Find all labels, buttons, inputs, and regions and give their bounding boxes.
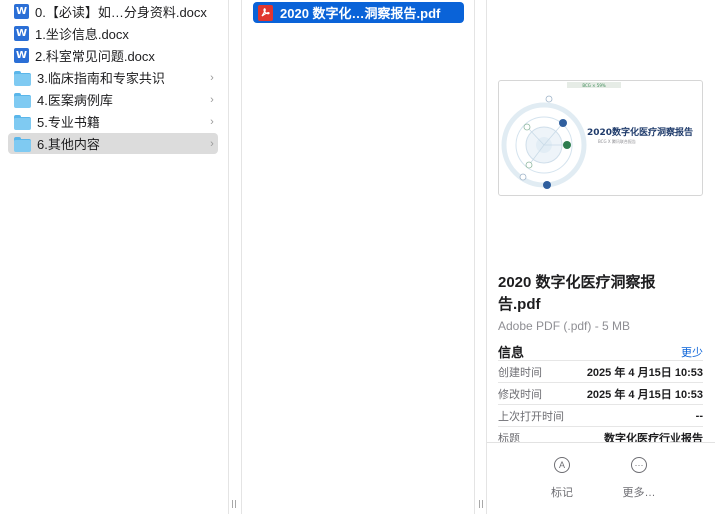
folder-row[interactable]: 4.医案病例库 › [8, 89, 218, 110]
file-row[interactable]: W 0.【必读】如…分身资料.docx [8, 1, 218, 22]
folder-row[interactable]: 6.其他内容 › [8, 133, 218, 154]
thumbnail-subtitle: BCG X 腾讯联合报告 [598, 138, 636, 144]
info-value: -- [695, 409, 703, 422]
thumbnail-header: BCG × 59% [582, 83, 606, 88]
folder-row[interactable]: 5.专业书籍 › [8, 111, 218, 132]
info-row: 修改时间 2025 年 4 月15日 10:53 [498, 382, 703, 404]
pdf-icon [258, 4, 273, 21]
folder-icon [14, 114, 31, 130]
folder-icon [14, 70, 31, 86]
info-list: 创建时间 2025 年 4 月15日 10:53 修改时间 2025 年 4 月15日… [487, 360, 715, 442]
document-thumbnail[interactable]: BCG × 59% 2020数字化医疗洞察报告 BCG X 腾讯联合报告 [498, 80, 703, 196]
more-icon: ··· [631, 457, 647, 473]
more-button[interactable]: ··· 更多… [614, 457, 664, 500]
preview-file-type: Adobe PDF (.pdf) - 5 MB [498, 319, 631, 333]
preview-file-name: 2020 数字化医疗洞察报告.pdf [498, 274, 656, 313]
thumbnail-title: 2020数字化医疗洞察报告 [587, 126, 693, 138]
folder-column: W 0.【必读】如…分身资料.docx W 1.坐诊信息.docx W 2.科室常见问题.… [0, 0, 228, 514]
folder-row[interactable]: 3.临床指南和专家共识 › [8, 67, 218, 88]
word-doc-icon: W [14, 4, 29, 19]
row-label: 4.医案病例库 [37, 93, 113, 108]
row-label: 1.坐诊信息.docx [35, 27, 129, 42]
row-label: 3.临床指南和专家共识 [37, 71, 165, 86]
column-resize-handle[interactable] [477, 500, 485, 510]
selected-pdf-file[interactable]: 2020 数字化…洞察报告.pdf [253, 2, 464, 23]
info-row: 标题 数字化医疗行业报告 [498, 426, 703, 442]
info-value: 2025 年 4 月15日 10:53 [586, 388, 703, 401]
info-key: 修改时间 [498, 388, 542, 401]
folder-icon [14, 136, 31, 152]
word-doc-icon: W [14, 48, 29, 63]
row-label: 5.专业书籍 [37, 115, 100, 130]
info-key: 标题 [498, 432, 520, 443]
file-column: 2020 数字化…洞察报告.pdf [242, 0, 474, 514]
file-row[interactable]: W 1.坐诊信息.docx [8, 23, 218, 44]
info-value: 数字化医疗行业报告 [604, 432, 703, 443]
info-row: 创建时间 2025 年 4 月15日 10:53 [498, 360, 703, 382]
chevron-right-icon: › [210, 71, 214, 84]
info-header: 信息 更少 [498, 342, 703, 361]
preview-actions: A 标记 ··· 更多… [487, 442, 715, 514]
row-label: 0.【必读】如…分身资料.docx [35, 5, 207, 20]
column-divider [228, 0, 229, 514]
info-title: 信息 [498, 345, 525, 360]
row-label: 6.其他内容 [37, 137, 100, 152]
folder-icon [14, 92, 31, 108]
info-key: 创建时间 [498, 366, 542, 379]
markup-label: 标记 [551, 487, 573, 499]
info-key: 上次打开时间 [498, 410, 564, 423]
more-label: 更多… [622, 487, 656, 499]
chevron-right-icon: › [210, 93, 214, 106]
preview-pane: BCG × 59% 2020数字化医疗洞察报告 BCG X 腾讯联合报告 202… [487, 0, 715, 514]
chevron-right-icon: › [210, 115, 214, 128]
file-name-label: 2020 数字化…洞察报告.pdf [280, 6, 441, 21]
column-resize-handle[interactable] [230, 500, 238, 510]
markup-button[interactable]: A 标记 [537, 457, 587, 500]
thumbnail-illustration: BCG × 59% 2020数字化医疗洞察报告 BCG X 腾讯联合报告 [501, 82, 693, 189]
row-label: 2.科室常见问题.docx [35, 49, 155, 64]
word-doc-icon: W [14, 26, 29, 41]
column-divider [474, 0, 475, 514]
file-row[interactable]: W 2.科室常见问题.docx [8, 45, 218, 66]
show-less-link[interactable]: 更少 [681, 344, 703, 360]
markup-icon: A [554, 457, 570, 473]
info-row: 上次打开时间 -- [498, 404, 703, 426]
info-value: 2025 年 4 月15日 10:53 [586, 366, 703, 379]
chevron-right-icon: › [210, 137, 214, 150]
